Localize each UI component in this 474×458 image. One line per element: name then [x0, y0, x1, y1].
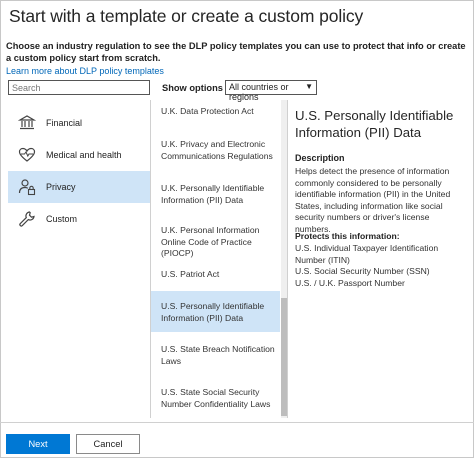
bank-icon — [17, 114, 37, 132]
template-list: U.K. Data Protection Act U.K. Privacy an… — [151, 100, 280, 418]
category-label: Financial — [46, 118, 83, 128]
scrollbar-thumb[interactable] — [281, 298, 287, 416]
template-item[interactable]: U.K. Privacy and Electronic Communicatio… — [151, 139, 280, 162]
page-title: Start with a template or create a custom… — [9, 6, 364, 26]
template-item-selected[interactable]: U.S. Personally Identifiable Information… — [151, 291, 280, 332]
chevron-down-icon: ▼ — [305, 82, 313, 91]
category-medical[interactable]: Medical and health — [8, 139, 150, 171]
detail-description-heading: Description — [295, 153, 345, 163]
category-custom[interactable]: Custom — [8, 203, 150, 235]
heart-icon — [18, 146, 36, 164]
protects-item: U.S. Individual Taxpayer Identification … — [295, 243, 439, 265]
category-financial[interactable]: Financial — [8, 107, 150, 139]
category-privacy[interactable]: Privacy — [8, 171, 150, 203]
template-item[interactable]: U.S. State Breach Notification Laws — [151, 344, 280, 367]
search-input[interactable] — [8, 80, 150, 95]
template-item[interactable]: U.S. Patriot Act — [151, 269, 280, 281]
protects-item: U.S. Social Security Number (SSN) — [295, 266, 430, 276]
category-label: Privacy — [46, 182, 76, 192]
detail-description: Helps detect the presence of information… — [295, 166, 451, 234]
learn-more-link[interactable]: Learn more about DLP policy templates — [6, 66, 164, 76]
protects-list: U.S. Individual Taxpayer Identification … — [295, 243, 467, 289]
protects-item: U.S. / U.K. Passport Number — [295, 277, 405, 288]
detail-protects-heading: Protects this information: — [295, 231, 400, 241]
template-item[interactable]: U.S. State Social Security Number Confid… — [151, 387, 280, 410]
cancel-button[interactable]: Cancel — [76, 434, 140, 454]
region-select[interactable]: All countries or regions ▼ — [225, 80, 317, 102]
person-lock-icon — [18, 178, 36, 196]
category-label: Custom — [46, 214, 78, 224]
detail-title: U.S. Personally Identifiable Information… — [295, 108, 454, 140]
footer-divider — [0, 422, 474, 423]
category-label: Medical and health — [46, 150, 122, 160]
wrench-icon — [18, 210, 36, 228]
page-description: Choose an industry regulation to see the… — [6, 41, 466, 63]
template-item[interactable]: U.K. Personal Information Online Code of… — [151, 225, 280, 260]
divider — [287, 100, 288, 418]
template-item[interactable]: U.K. Personally Identifiable Information… — [151, 183, 280, 206]
next-button[interactable]: Next — [6, 434, 70, 454]
template-item[interactable]: U.K. Data Protection Act — [151, 106, 280, 118]
